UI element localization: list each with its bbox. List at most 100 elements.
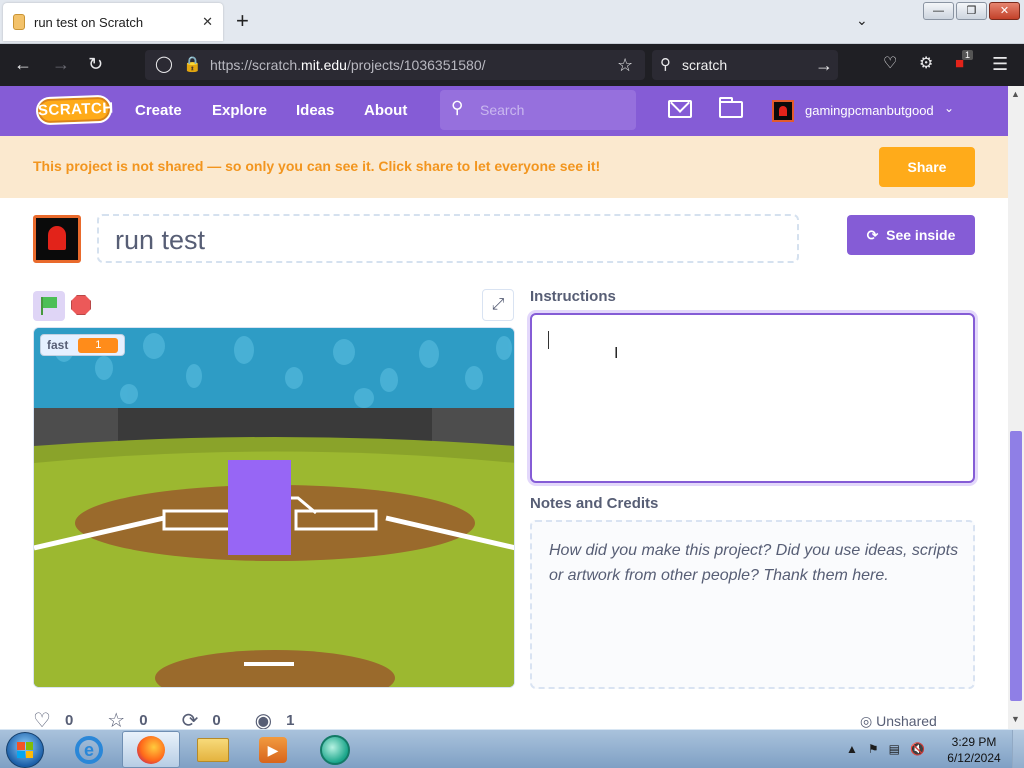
variable-name: fast [47, 338, 69, 352]
fullscreen-button[interactable]: ⤢ [482, 289, 514, 321]
share-button[interactable]: Share [879, 147, 975, 187]
nav-explore[interactable]: Explore [212, 102, 267, 119]
clock-time: 3:29 PM [951, 735, 997, 749]
taskbar-internet-explorer[interactable]: e [60, 731, 118, 768]
action-center-flag-icon[interactable]: ⚑ [868, 742, 879, 756]
scratch-page: SCRATCH Create Explore Ideas About ⚲ Sea… [0, 86, 1008, 729]
taskbar-firefox[interactable] [122, 731, 180, 768]
scratch-search-input[interactable]: ⚲ Search [440, 90, 636, 130]
address-bar[interactable]: ◯ 🔒 https://scratch.mit.edu/projects/103… [145, 50, 645, 80]
windows-logo-icon [17, 742, 33, 758]
nav-about[interactable]: About [364, 102, 407, 119]
browser-search-text: scratch [682, 57, 728, 73]
taskbar-app[interactable] [306, 731, 364, 768]
user-avatar[interactable] [772, 100, 794, 122]
heart-icon: ♡ [33, 710, 51, 729]
taskbar-clock[interactable]: 3:29 PM 6/12/2024 [944, 734, 1004, 766]
extensions-icon[interactable]: ⚙ [919, 54, 933, 74]
views-stat: ◉ 1 [255, 708, 295, 729]
page-scrollbar[interactable]: ▲ ▼ [1008, 86, 1024, 729]
banner-message: This project is not shared — so only you… [33, 158, 601, 174]
tab-title: run test on Scratch [34, 14, 144, 30]
shield-icon[interactable]: ◯ [155, 55, 173, 75]
chevron-down-icon[interactable]: ⌄ [944, 101, 954, 115]
minimize-button[interactable]: — [923, 2, 954, 20]
variable-monitor: fast 1 [40, 334, 126, 356]
taskbar-file-explorer[interactable] [184, 731, 242, 768]
nav-create[interactable]: Create [135, 102, 182, 119]
instructions-heading: Instructions [530, 288, 616, 305]
firefox-icon [137, 735, 165, 764]
baseball-field-backdrop [34, 328, 514, 687]
remix-stat: ⟳ 0 [182, 708, 221, 729]
network-icon[interactable]: ▤ [889, 742, 900, 756]
extension-badge: 1 [962, 50, 974, 60]
eye-icon: ◉ [254, 710, 273, 729]
scrollbar-thumb[interactable] [1010, 431, 1022, 701]
restore-button[interactable]: ❐ [956, 2, 987, 20]
remix-count: 0 [212, 712, 221, 729]
pocket-icon[interactable]: ♡ [883, 54, 897, 74]
love-stat[interactable]: ♡ 0 [33, 708, 73, 729]
app-globe-icon [320, 734, 350, 765]
media-player-icon: ▶ [259, 736, 287, 763]
notes-heading: Notes and Credits [530, 495, 659, 512]
windows-taskbar: e ▶ ▲ ⚑ ▤ 🔇 3:29 PM 6/12/2024 [0, 729, 1024, 768]
back-arrow-icon[interactable]: ← [14, 54, 32, 74]
search-icon: ⚲ [451, 98, 464, 117]
new-tab-button[interactable]: + [236, 10, 249, 32]
scratch-search-placeholder: Search [480, 102, 525, 118]
favorite-stat[interactable]: ☆ 0 [107, 708, 147, 729]
close-window-button[interactable]: ✕ [989, 2, 1020, 20]
messages-envelope-icon[interactable] [668, 100, 692, 118]
green-flag-cloth [43, 297, 57, 308]
taskbar-media-player[interactable]: ▶ [244, 731, 302, 768]
browser-tab-active[interactable]: run test on Scratch ✕ [3, 3, 223, 41]
scratch-logo[interactable]: SCRATCH [35, 94, 114, 126]
show-hidden-icons-arrow-icon[interactable]: ▲ [846, 742, 858, 756]
system-tray: ▲ ⚑ ▤ 🔇 [846, 742, 925, 756]
my-stuff-folder-icon[interactable] [719, 97, 743, 118]
scratch-favicon-icon [13, 14, 25, 30]
lock-icon[interactable]: 🔒 [183, 55, 202, 75]
not-shared-banner: This project is not shared — so only you… [0, 136, 1008, 198]
project-title-input[interactable]: run test [97, 214, 799, 263]
start-button[interactable] [6, 732, 44, 768]
remix-arrows-icon: ⟳ [866, 227, 879, 243]
green-flag-button[interactable] [33, 291, 65, 321]
reload-icon[interactable]: ↻ [88, 54, 103, 74]
notes-textarea[interactable]: How did you make this project? Did you u… [530, 520, 975, 689]
browser-tab-bar: run test on Scratch ✕ + ⌄ — ❐ ✕ [0, 0, 1024, 44]
nav-ideas[interactable]: Ideas [296, 102, 334, 119]
username[interactable]: gamingpcmanbutgood [805, 103, 934, 118]
go-arrow-icon[interactable]: → [815, 55, 833, 75]
love-count: 0 [64, 712, 74, 729]
project-stage[interactable]: fast 1 [33, 327, 515, 688]
tab-close-icon[interactable]: ✕ [202, 14, 213, 30]
project-title: run test [115, 225, 206, 255]
scroll-down-arrow-icon[interactable]: ▼ [1011, 714, 1020, 724]
view-count: 1 [286, 712, 295, 729]
browser-search-box[interactable]: ⚲ scratch → [652, 50, 838, 80]
share-status: ◎ Unshared [860, 713, 937, 729]
volume-muted-icon[interactable]: 🔇 [910, 742, 925, 756]
instructions-textarea[interactable] [530, 313, 975, 483]
browser-nav-bar: ← → ↻ ◯ 🔒 https://scratch.mit.edu/projec… [0, 44, 1024, 86]
url-text: https://scratch.mit.edu/projects/1036351… [210, 57, 486, 73]
bookmark-star-icon[interactable]: ☆ [617, 55, 633, 75]
scroll-up-arrow-icon[interactable]: ▲ [1011, 89, 1020, 99]
forward-arrow-icon[interactable]: → [52, 54, 70, 74]
remix-swirl-icon: ⟳ [181, 710, 199, 729]
list-all-tabs-button[interactable]: ⌄ [856, 12, 868, 29]
see-inside-button[interactable]: ⟳ See inside [847, 215, 975, 255]
ibeam-cursor-icon: I [614, 345, 619, 362]
search-icon: ⚲ [660, 56, 671, 73]
show-desktop-button[interactable] [1012, 730, 1024, 768]
menu-icon[interactable]: ☰ [992, 54, 1008, 74]
star-icon: ☆ [107, 710, 126, 729]
purple-rectangle-sprite [228, 460, 291, 555]
scratch-header: SCRATCH Create Explore Ideas About ⚲ Sea… [0, 86, 1008, 136]
clock-date: 6/12/2024 [947, 751, 1001, 765]
project-author-avatar[interactable] [33, 215, 81, 263]
stop-sign-button[interactable] [71, 295, 91, 315]
